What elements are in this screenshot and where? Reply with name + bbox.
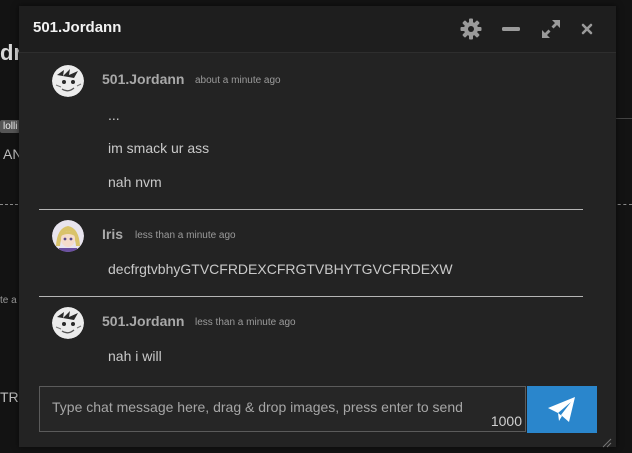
message-text: ... xyxy=(108,107,120,123)
chat-titlebar[interactable]: 501.Jordann xyxy=(19,6,616,53)
message-text: nah i will xyxy=(108,348,162,364)
message-text: nah nvm xyxy=(108,174,162,190)
char-limit-counter: 1000 xyxy=(490,413,522,429)
anime-avatar[interactable] xyxy=(52,220,84,252)
message-divider xyxy=(39,209,583,210)
paper-plane-icon xyxy=(547,396,577,429)
message-timestamp: less than a minute ago xyxy=(135,230,236,241)
gear-icon[interactable] xyxy=(459,17,483,41)
minimize-icon[interactable] xyxy=(499,17,523,41)
resize-handle[interactable] xyxy=(602,435,612,448)
background-tag-fragment: lolli xyxy=(0,120,21,133)
message-timestamp: less than a minute ago xyxy=(195,317,296,328)
message-username[interactable]: Iris xyxy=(102,226,123,242)
message-username[interactable]: 501.Jordann xyxy=(102,71,184,87)
send-button[interactable] xyxy=(527,386,597,433)
message-username[interactable]: 501.Jordann xyxy=(102,313,184,329)
expand-icon[interactable] xyxy=(539,17,563,41)
chat-message-input[interactable]: Type chat message here, drag & drop imag… xyxy=(39,386,526,432)
sketch-avatar[interactable] xyxy=(52,307,84,339)
chat-window: 501.Jordann 501.Jordann about a minute a… xyxy=(19,6,616,448)
background-dashed-rule-left xyxy=(0,204,18,205)
message-timestamp: about a minute ago xyxy=(195,75,281,86)
chat-input-placeholder: Type chat message here, drag & drop imag… xyxy=(52,399,463,415)
close-icon[interactable] xyxy=(575,17,599,41)
background-small-fragment: te a xyxy=(0,295,17,306)
message-divider xyxy=(39,296,583,297)
message-text: im smack ur ass xyxy=(108,140,210,156)
message-text: decfrgtvbhyGTVCFRDEXCFRGTVBHYTGVCFRDEXW xyxy=(108,261,453,277)
sketch-avatar[interactable] xyxy=(52,65,84,97)
chat-title: 501.Jordann xyxy=(33,19,122,36)
